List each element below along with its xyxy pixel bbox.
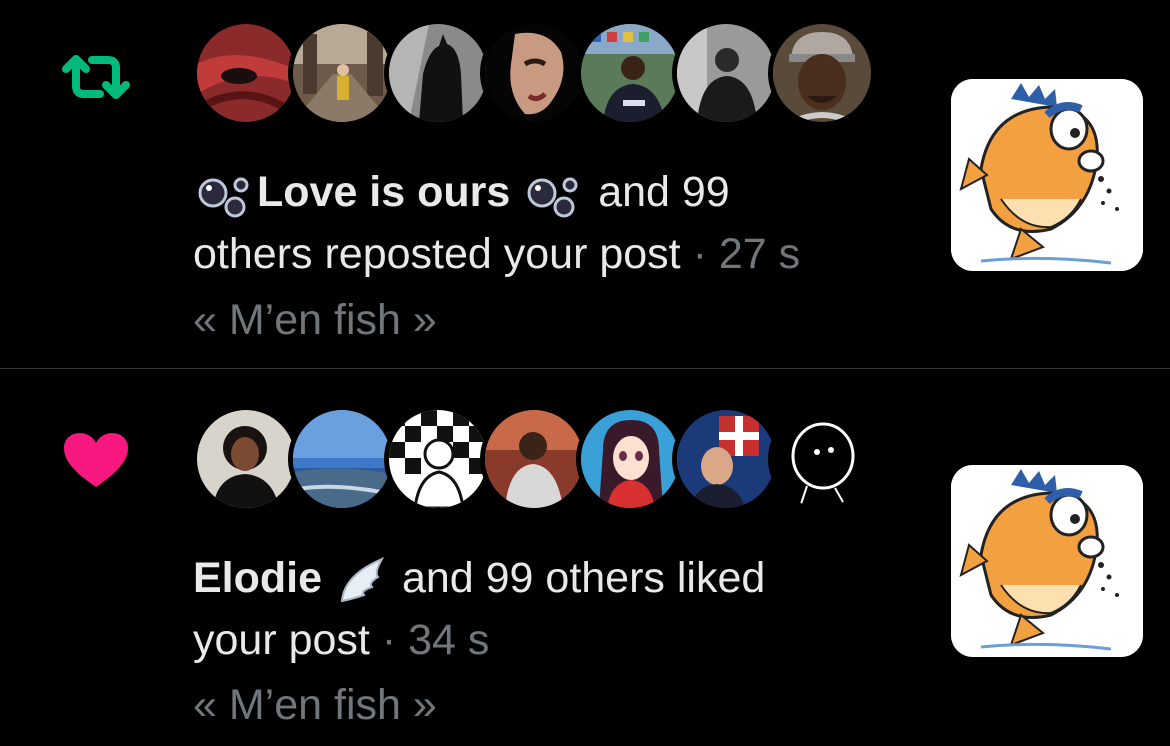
post-title: « M’en fish » <box>193 296 437 344</box>
avatar[interactable] <box>293 24 391 122</box>
actor-name[interactable]: Love is ours <box>257 168 510 216</box>
heart-icon <box>64 433 128 487</box>
separator-dot: · <box>692 230 707 278</box>
notification-rest-line1: and 99 <box>598 168 730 216</box>
avatar[interactable] <box>773 24 871 122</box>
timestamp: 34 s <box>408 616 490 664</box>
notification-like[interactable]: Elodie and 99 others liked your post · 3… <box>0 369 1170 746</box>
bubbles-emoji <box>198 177 249 218</box>
avatar[interactable] <box>485 24 583 122</box>
timestamp: 27 s <box>718 230 801 278</box>
repost-icon <box>62 55 130 99</box>
avatar[interactable] <box>293 410 391 508</box>
post-title: « M’en fish » <box>193 681 437 729</box>
notification-rest-line1: and 99 others liked <box>401 554 766 602</box>
avatar[interactable] <box>389 24 487 122</box>
avatar[interactable] <box>677 410 775 508</box>
bubbles-emoji <box>527 177 578 218</box>
avatar[interactable] <box>677 24 775 122</box>
wing-emoji <box>340 556 385 602</box>
actor-name[interactable]: Elodie <box>193 554 322 602</box>
avatar[interactable] <box>581 410 679 508</box>
avatar[interactable] <box>389 410 487 508</box>
post-thumbnail[interactable] <box>951 79 1143 271</box>
avatar[interactable] <box>485 410 583 508</box>
avatar[interactable] <box>197 24 295 122</box>
post-thumbnail[interactable] <box>951 465 1143 657</box>
separator-dot: · <box>381 616 397 664</box>
notification-rest-line2: your post <box>193 616 370 664</box>
notification-text: Love is ours and 99 others reposted your… <box>193 161 893 285</box>
avatar[interactable] <box>197 410 295 508</box>
notification-rest-line2: others reposted your post <box>193 230 681 278</box>
notification-text: Elodie and 99 others liked your post · 3… <box>193 547 893 671</box>
avatar[interactable] <box>581 24 679 122</box>
notification-repost[interactable]: Love is ours and 99 others reposted your… <box>0 0 1170 368</box>
avatar[interactable] <box>773 410 871 508</box>
